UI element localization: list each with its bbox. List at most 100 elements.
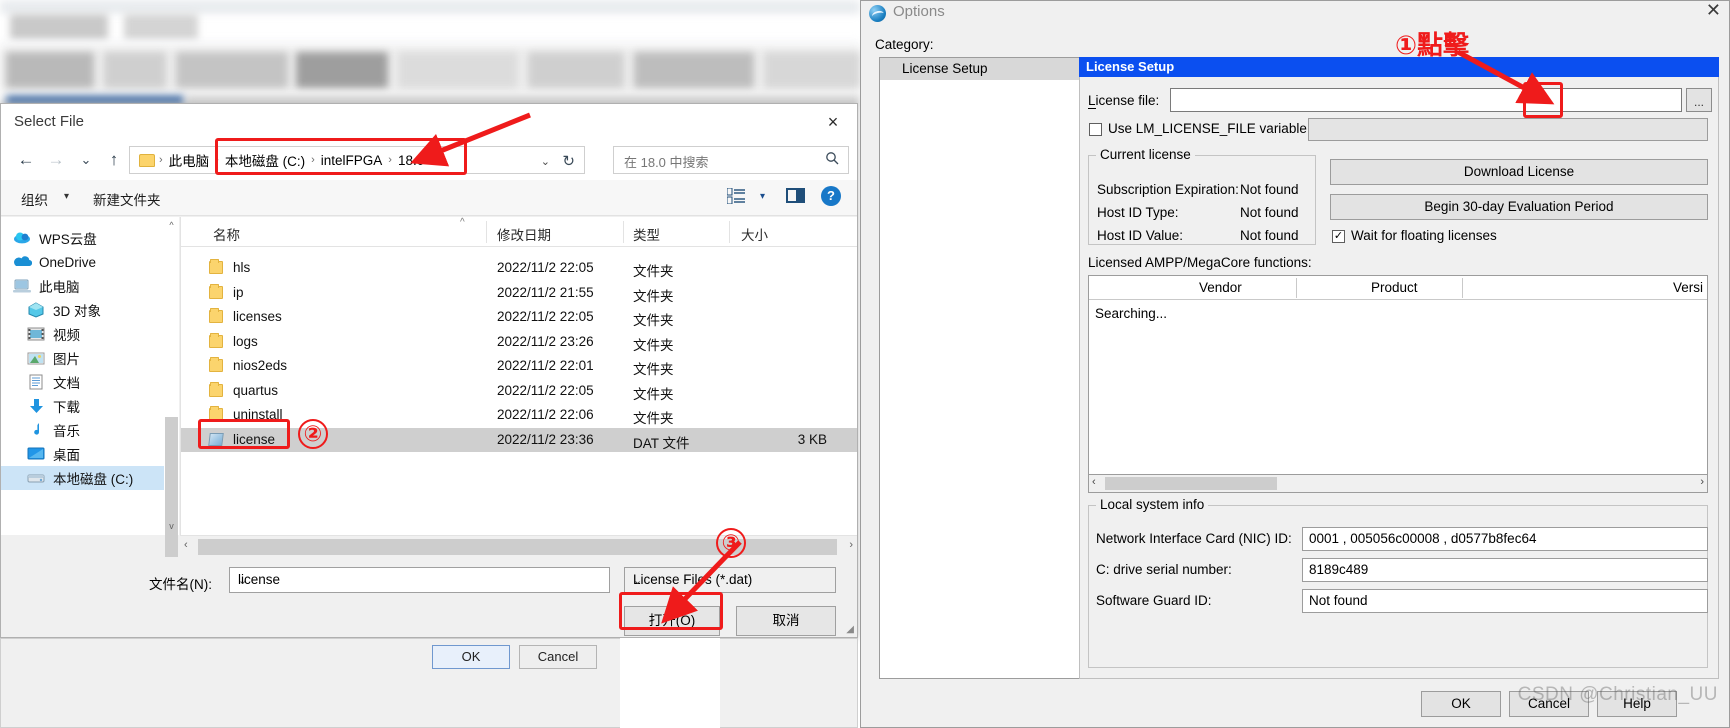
scrollbar-thumb[interactable] bbox=[1105, 477, 1277, 490]
file-type: 文件夹 bbox=[633, 288, 674, 304]
sidebar-item-local-disk-c[interactable]: 本地磁盘 (C:) bbox=[1, 466, 179, 490]
background-cancel-button[interactable]: Cancel bbox=[519, 645, 597, 669]
sidebar-item-partial[interactable] bbox=[1, 490, 179, 514]
filename-input[interactable]: license ⌄ bbox=[229, 567, 610, 593]
browse-button[interactable]: ... bbox=[1686, 88, 1712, 112]
annotation-box-browse-button bbox=[1523, 82, 1563, 118]
sidebar-item-pictures[interactable]: 图片 bbox=[1, 346, 179, 370]
file-type-filter-select[interactable]: License Files (*.dat) ⌄ bbox=[624, 567, 836, 593]
column-header-size[interactable]: 大小 bbox=[741, 224, 768, 244]
sidebar-item-wps[interactable]: WPS云盘 bbox=[1, 226, 179, 250]
scroll-right-icon[interactable]: › bbox=[849, 539, 853, 551]
host-id-value-value: Not found bbox=[1240, 228, 1299, 243]
filename-label: 文件名(N): bbox=[149, 577, 212, 592]
folder-icon bbox=[209, 259, 223, 274]
view-mode-icon[interactable] bbox=[726, 187, 745, 207]
chevron-down-icon[interactable]: ⌄ bbox=[541, 155, 550, 168]
file-type: 文件夹 bbox=[633, 264, 674, 279]
this-pc-icon bbox=[13, 278, 32, 294]
new-folder-button[interactable]: 新建文件夹 bbox=[93, 189, 161, 209]
sidebar-item-videos[interactable]: 视频 bbox=[1, 322, 179, 346]
scroll-up-icon[interactable]: ^ bbox=[164, 217, 179, 234]
ok-button[interactable]: OK bbox=[1421, 691, 1501, 717]
preview-pane-icon[interactable] bbox=[786, 188, 805, 203]
table-row[interactable]: ip 2022/11/2 21:55 文件夹 bbox=[181, 281, 857, 306]
recent-locations-icon[interactable]: ⌄ bbox=[73, 147, 99, 173]
scroll-right-icon[interactable]: › bbox=[1700, 476, 1704, 488]
scroll-left-icon[interactable]: ‹ bbox=[184, 539, 188, 551]
breadcrumb-item-0[interactable]: 此电脑 bbox=[167, 150, 212, 170]
column-header-type[interactable]: 类型 bbox=[633, 224, 660, 244]
file-type: 文件夹 bbox=[633, 411, 674, 426]
close-icon[interactable]: × bbox=[819, 112, 847, 134]
sidebar-item-documents[interactable]: 文档 bbox=[1, 370, 179, 394]
organize-button[interactable]: 组织 bbox=[21, 189, 48, 209]
refresh-icon[interactable]: ↻ bbox=[562, 152, 575, 170]
navigation-pane: WPS云盘 OneDrive 此电脑 3D 对象 视频 图片 文档 下载 音乐 … bbox=[1, 217, 179, 535]
category-item-license-setup[interactable]: License Setup bbox=[880, 58, 1090, 80]
scroll-down-icon[interactable]: v bbox=[164, 518, 179, 535]
resize-grip-icon[interactable]: ◢ bbox=[846, 624, 854, 635]
annotation-box-open-button bbox=[619, 592, 723, 630]
search-input[interactable]: 在 18.0 中搜索 bbox=[613, 146, 849, 174]
sidebar-item-label: 桌面 bbox=[53, 448, 80, 463]
background-ok-button[interactable]: OK bbox=[432, 645, 510, 669]
chevron-down-icon[interactable]: ⌄ bbox=[633, 574, 827, 587]
annotation-box-breadcrumb bbox=[215, 138, 467, 175]
file-list-hscrollbar[interactable]: ‹ › bbox=[180, 535, 857, 557]
software-guard-id-input[interactable]: Not found bbox=[1302, 589, 1708, 613]
table-row[interactable]: quartus 2022/11/2 22:05 文件夹 bbox=[181, 379, 857, 404]
column-header-vendor[interactable]: Vendor bbox=[1199, 280, 1242, 295]
sidebar-scrollbar[interactable]: ^ v bbox=[164, 217, 179, 557]
sidebar-item-onedrive[interactable]: OneDrive bbox=[1, 250, 179, 274]
table-row[interactable]: hls 2022/11/2 22:05 文件夹 bbox=[181, 256, 857, 281]
file-name: hls bbox=[233, 260, 251, 275]
column-header-date[interactable]: 修改日期 bbox=[497, 224, 551, 244]
back-icon[interactable]: ← bbox=[13, 147, 39, 173]
drive-serial-value: 8189c489 bbox=[1309, 562, 1369, 577]
sidebar-item-music[interactable]: 音乐 bbox=[1, 418, 179, 442]
license-file-input[interactable] bbox=[1170, 88, 1682, 112]
file-name: ip bbox=[233, 284, 244, 300]
forward-icon[interactable]: → bbox=[43, 147, 69, 173]
column-header-product[interactable]: Product bbox=[1371, 280, 1418, 295]
help-icon[interactable]: ? bbox=[821, 186, 841, 206]
host-id-value-label: Host ID Value: bbox=[1097, 228, 1184, 243]
sidebar-item-this-pc[interactable]: 此电脑 bbox=[1, 274, 179, 298]
sidebar-item-label: WPS云盘 bbox=[39, 232, 97, 247]
up-icon[interactable]: ↑ bbox=[101, 147, 127, 173]
download-license-button[interactable]: Download License bbox=[1330, 159, 1708, 185]
drive-serial-label: C: drive serial number: bbox=[1096, 562, 1232, 577]
folder-icon bbox=[209, 283, 223, 299]
ampp-empty-text: Searching... bbox=[1095, 306, 1168, 321]
table-row[interactable]: licenses 2022/11/2 22:05 文件夹 bbox=[181, 305, 857, 330]
column-header-version[interactable]: Versi bbox=[1673, 280, 1703, 295]
chevron-down-icon[interactable]: ▾ bbox=[64, 191, 69, 202]
table-row[interactable]: nios2eds 2022/11/2 22:01 文件夹 bbox=[181, 354, 857, 379]
cancel-button[interactable]: 取消 bbox=[736, 606, 836, 636]
category-list[interactable]: License Setup bbox=[879, 57, 1091, 679]
drive-serial-input[interactable]: 8189c489 bbox=[1302, 558, 1708, 582]
sidebar-item-desktop[interactable]: 桌面 bbox=[1, 442, 179, 466]
scroll-left-icon[interactable]: ‹ bbox=[1092, 476, 1096, 488]
use-lm-license-file-checkbox[interactable] bbox=[1089, 123, 1102, 136]
column-header-name[interactable]: 名称 bbox=[213, 224, 240, 244]
wait-floating-licenses-checkbox[interactable]: ✓ bbox=[1332, 230, 1345, 243]
sidebar-item-label: 本地磁盘 (C:) bbox=[53, 472, 134, 487]
scrollbar-thumb[interactable] bbox=[165, 417, 178, 557]
lm-license-file-input[interactable] bbox=[1308, 118, 1708, 141]
begin-evaluation-button[interactable]: Begin 30-day Evaluation Period bbox=[1330, 194, 1708, 220]
sidebar-item-downloads[interactable]: 下载 bbox=[1, 394, 179, 418]
ampp-hscrollbar[interactable]: ‹ › bbox=[1088, 475, 1708, 493]
chevron-down-icon[interactable]: ▾ bbox=[760, 191, 765, 202]
ampp-table[interactable]: Vendor Product Versi Searching... bbox=[1088, 275, 1708, 475]
close-icon[interactable]: ✕ bbox=[1706, 0, 1721, 21]
search-icon[interactable] bbox=[825, 151, 839, 168]
table-row[interactable]: logs 2022/11/2 23:26 文件夹 bbox=[181, 330, 857, 355]
nic-id-input[interactable]: 0001 , 005056c00008 , d0577b8fec64 bbox=[1302, 527, 1708, 551]
file-type: 文件夹 bbox=[633, 362, 674, 377]
file-date: 2022/11/2 21:55 bbox=[497, 284, 594, 300]
sidebar-item-3d-objects[interactable]: 3D 对象 bbox=[1, 298, 179, 322]
chevron-down-icon[interactable]: ⌄ bbox=[238, 574, 601, 587]
subscription-expiration-value: Not found bbox=[1240, 182, 1299, 197]
